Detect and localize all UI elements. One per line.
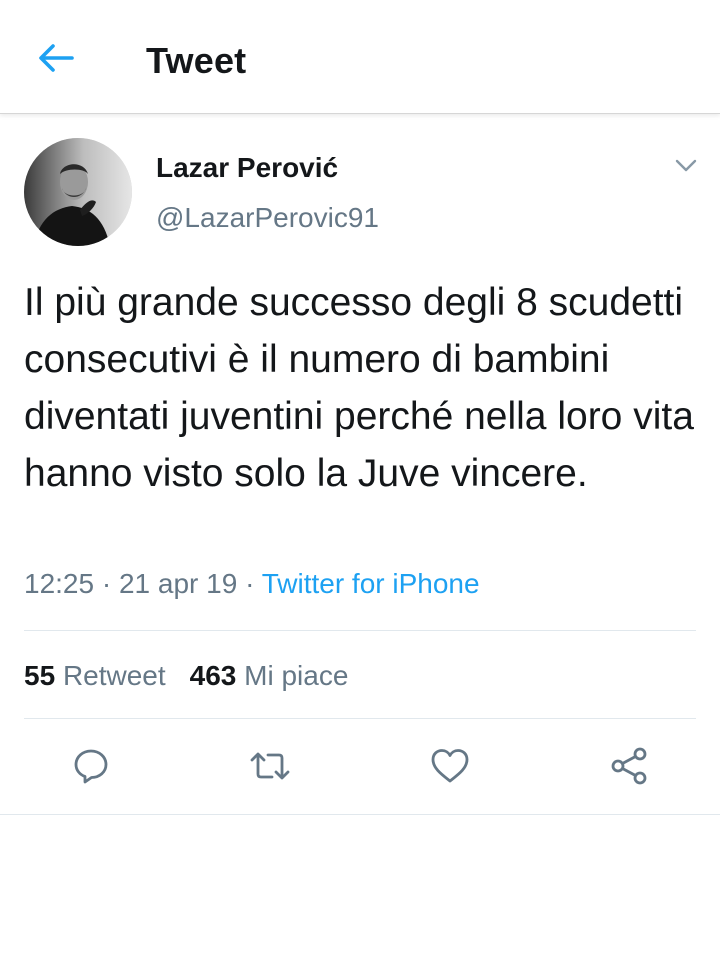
meta-separator: · [237,568,262,599]
arrow-left-icon [38,43,74,78]
tweet-text: Il più grande successo degli 8 scudetti … [24,281,694,495]
tweet-time: 12:25 [24,568,95,599]
author-handle[interactable]: @LazarPerovic91 [156,202,379,234]
retweet-label: Retweet [62,660,166,691]
tweet-source-link[interactable]: Twitter for iPhone [262,568,480,599]
tweet-stats: 55 Retweet 463 Mi piace [24,660,348,692]
divider [24,718,696,719]
tweet-date: 21 apr 19 [118,568,238,599]
retweets-stat[interactable]: 55 Retweet [24,660,166,691]
page-title: Tweet [146,40,247,81]
like-label: Mi piace [244,660,349,691]
reply-icon [71,746,111,791]
retweet-count: 55 [24,660,56,691]
like-button[interactable] [428,746,472,790]
author-name[interactable]: Lazar Perović [156,152,338,184]
share-button[interactable] [607,746,651,790]
divider [24,630,696,631]
retweet-icon [248,746,292,791]
meta-separator: · [94,568,119,599]
like-count: 463 [189,660,237,691]
avatar[interactable] [24,138,132,246]
reply-button[interactable] [69,746,113,790]
likes-stat[interactable]: 463 Mi piace [190,660,349,691]
tweet-meta: 12:25 · 21 apr 19 · Twitter for iPhone [24,568,480,600]
app-header: Tweet [0,0,720,114]
heart-icon [429,746,471,791]
back-button[interactable] [32,38,80,82]
retweet-button[interactable] [248,746,292,790]
more-options-button[interactable] [670,152,702,184]
divider [0,814,720,815]
chevron-down-icon [675,159,697,178]
share-icon [608,746,650,791]
